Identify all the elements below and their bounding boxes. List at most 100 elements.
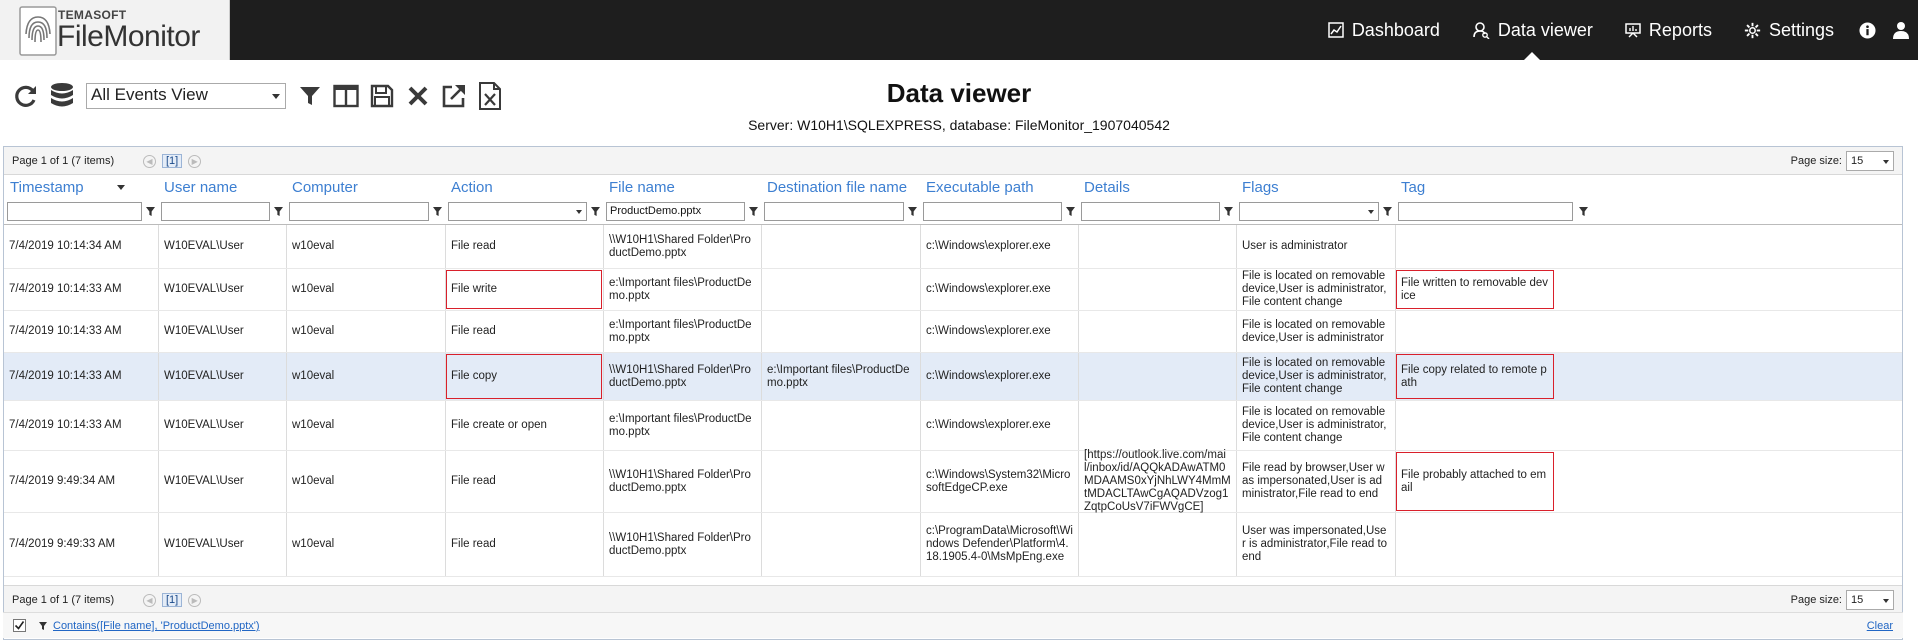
filter-input-action[interactable]	[448, 202, 587, 221]
data-viewer-icon	[1473, 22, 1490, 39]
cell-file-name: e:\Important files\ProductDemo.pptx	[603, 311, 761, 352]
column-header-destination-file-name[interactable]: Destination file name	[767, 179, 907, 196]
cell-timestamp: 7/4/2019 9:49:34 AM	[9, 475, 116, 487]
cell-user-name: W10EVAL\User	[158, 225, 286, 268]
column-header-file-name[interactable]: File name	[609, 179, 675, 196]
cell-user-name: W10EVAL\User	[158, 513, 286, 576]
nav-settings[interactable]: Settings	[1728, 0, 1850, 60]
filter-input-destination-file-name[interactable]	[764, 202, 904, 221]
cell-computer: w10eval	[286, 311, 445, 352]
table-row[interactable]: 7/4/2019 10:14:33 AM W10EVAL\User w10eval F…	[4, 401, 1902, 451]
column-header-computer[interactable]: Computer	[292, 179, 358, 196]
filter-icon[interactable]	[1579, 207, 1588, 216]
column-header-action[interactable]: Action	[451, 179, 493, 196]
cell-computer: w10eval	[286, 225, 445, 268]
cell-timestamp: 7/4/2019 10:14:34 AM	[9, 240, 122, 252]
filter-icon[interactable]	[749, 207, 758, 216]
filter-input-flags[interactable]	[1239, 202, 1379, 221]
prev-page-button[interactable]: ◀	[143, 154, 156, 168]
nav-dashboard-label: Dashboard	[1351, 19, 1440, 40]
column-header-executable-path[interactable]: Executable path	[926, 179, 1034, 196]
cell-executable-path: c:\Windows\explorer.exe	[920, 401, 1078, 450]
filter-input-tag[interactable]	[1398, 202, 1573, 221]
table-row[interactable]: 7/4/2019 10:14:33 AM W10EVAL\User w10eval F…	[4, 269, 1902, 311]
server-info: Server: W10H1\SQLEXPRESS, database: File…	[748, 117, 1170, 133]
cell-tag: File written to removable device	[1395, 269, 1555, 310]
cell-user-name: W10EVAL\User	[158, 451, 286, 512]
chevron-down-icon	[1368, 210, 1374, 214]
filter-icon[interactable]	[1066, 207, 1075, 216]
nav-dashboard[interactable]: Dashboard	[1312, 0, 1456, 60]
filter-input-file-name[interactable]: ProductDemo.pptx	[606, 202, 745, 221]
cell-computer: w10eval	[286, 269, 445, 310]
filter-icon[interactable]	[146, 207, 155, 216]
cell-tag	[1395, 513, 1555, 576]
cell-file-name: \\W10H1\Shared Folder\ProductDemo.pptx	[603, 353, 761, 400]
sort-descending-icon[interactable]	[117, 185, 125, 190]
cell-details	[1078, 401, 1236, 450]
page-size-value: 15	[1851, 155, 1864, 167]
cell-file-name: \\W10H1\Shared Folder\ProductDemo.pptx	[603, 225, 761, 268]
next-page-button[interactable]: ▶	[188, 593, 202, 607]
nav-reports[interactable]: Reports	[1609, 0, 1728, 60]
user-menu-button[interactable]	[1884, 0, 1918, 60]
filter-input-user-name[interactable]	[161, 202, 270, 221]
cell-action: File create or open	[445, 401, 603, 450]
prev-page-button[interactable]: ◀	[143, 593, 156, 607]
cell-details: [https://outlook.live.com/mail/inbox/id/…	[1078, 449, 1236, 513]
cell-tag	[1395, 225, 1555, 268]
grid-body: 7/4/2019 10:14:34 AM W10EVAL\User w10eval F…	[4, 225, 1902, 585]
table-row[interactable]: 7/4/2019 10:14:34 AM W10EVAL\User w10eval F…	[4, 225, 1902, 269]
cell-timestamp: 7/4/2019 10:14:33 AM	[9, 419, 122, 431]
column-header-flags[interactable]: Flags	[1242, 179, 1279, 196]
next-page-button[interactable]: ▶	[188, 154, 202, 168]
filter-input-executable-path[interactable]	[923, 202, 1062, 221]
cell-flags: File is located on removable device,User…	[1236, 269, 1395, 310]
column-header-details[interactable]: Details	[1084, 179, 1130, 196]
filter-input-timestamp[interactable]	[7, 202, 142, 221]
filter-icon[interactable]	[1383, 207, 1392, 216]
info-button[interactable]	[1850, 0, 1884, 60]
cell-computer: w10eval	[286, 401, 445, 450]
filter-expression-link[interactable]: Contains([File name], 'ProductDemo.pptx'…	[53, 620, 260, 632]
cell-executable-path: c:\Windows\explorer.exe	[920, 353, 1078, 400]
page-size-label: Page size:	[1790, 155, 1842, 167]
current-page[interactable]: [1]	[162, 154, 183, 168]
column-headers: Timestamp User name Computer Action File nam…	[4, 175, 1902, 199]
table-row[interactable]: 7/4/2019 10:14:33 AM W10EVAL\User w10eval F…	[4, 353, 1902, 401]
chevron-down-icon	[576, 210, 582, 214]
pager-nav: ◀ [1] ▶	[140, 154, 204, 168]
table-row[interactable]: 7/4/2019 10:14:33 AM W10EVAL\User w10eval F…	[4, 311, 1902, 353]
table-row[interactable]: 7/4/2019 9:49:34 AM W10EVAL\User w10eval Fi…	[4, 449, 1902, 513]
filter-icon[interactable]	[433, 207, 442, 216]
page-size-select[interactable]: 15	[1846, 590, 1894, 610]
filter-icon[interactable]	[908, 207, 917, 216]
cell-details	[1078, 225, 1236, 268]
nav-data-viewer[interactable]: Data viewer	[1456, 0, 1609, 60]
filter-icon[interactable]	[1224, 207, 1233, 216]
cell-file-name: \\W10H1\Shared Folder\ProductDemo.pptx	[603, 513, 761, 576]
cell-action: File read	[445, 225, 603, 268]
column-header-timestamp[interactable]: Timestamp	[10, 179, 84, 196]
gear-icon	[1744, 22, 1761, 38]
filter-footer: Contains([File name], 'ProductDemo.pptx'…	[3, 612, 1903, 638]
cell-flags: User was impersonated,User is administra…	[1236, 513, 1395, 576]
cell-details	[1078, 513, 1236, 576]
filter-icon[interactable]	[591, 207, 600, 216]
column-header-user-name[interactable]: User name	[164, 179, 237, 196]
pager-info: Page 1 of 1 (7 items)	[12, 594, 115, 606]
clear-filter-link[interactable]: Clear	[1867, 620, 1893, 632]
brand-product: FileMonitor	[57, 20, 200, 53]
column-header-tag[interactable]: Tag	[1401, 179, 1425, 196]
pager-top: Page 1 of 1 (7 items) ◀ [1] ▶ Page size:…	[4, 147, 1902, 175]
current-page[interactable]: [1]	[162, 593, 183, 607]
filter-icon[interactable]	[274, 207, 283, 216]
app-logo[interactable]: TEMASOFT FileMonitor	[0, 0, 230, 60]
page-size-select[interactable]: 15	[1846, 151, 1894, 171]
filter-input-details[interactable]	[1081, 202, 1220, 221]
filter-input-computer[interactable]	[289, 202, 429, 221]
user-icon	[1893, 22, 1909, 39]
filter-enabled-checkbox[interactable]	[13, 619, 26, 632]
cell-flags: File is located on removable device,User…	[1236, 311, 1395, 352]
table-row[interactable]: 7/4/2019 9:49:33 AM W10EVAL\User w10eval Fi…	[4, 513, 1902, 577]
